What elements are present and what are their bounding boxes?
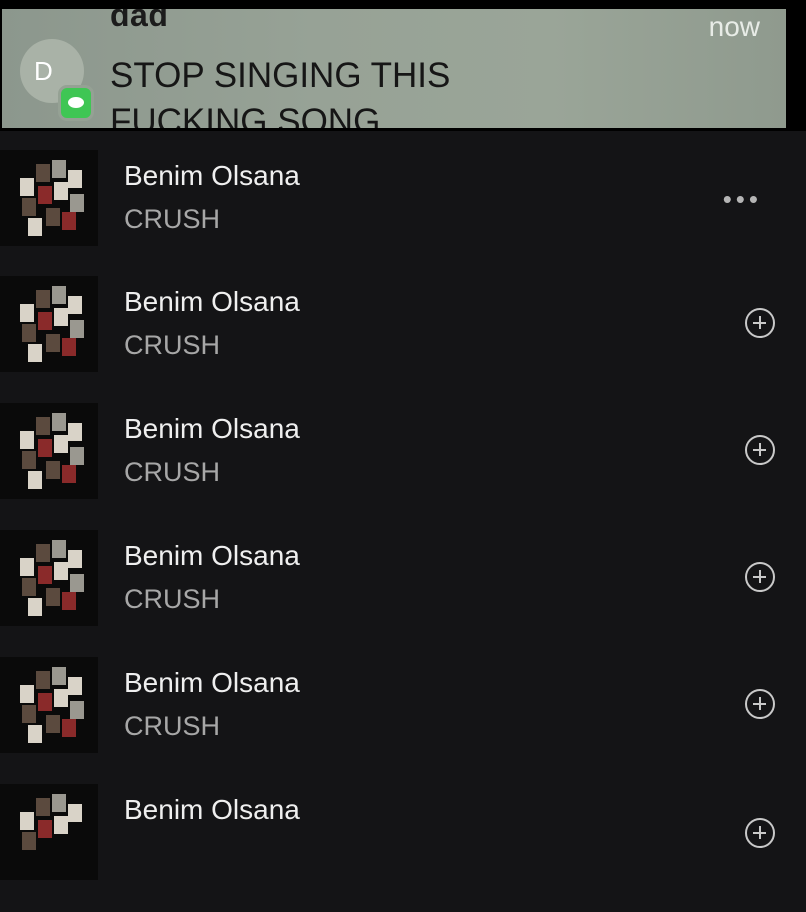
album-art — [0, 276, 98, 372]
banner-edge — [786, 0, 806, 131]
track-artist: CRUSH — [124, 584, 221, 614]
message-bubble-icon — [58, 85, 94, 121]
track-title: Benim Olsana — [124, 160, 300, 191]
message-line-1: STOP SINGING THIS — [110, 56, 451, 95]
avatar-letter: D — [34, 56, 53, 86]
add-circle-icon[interactable] — [745, 308, 775, 338]
track-artist: CRUSH — [124, 457, 221, 487]
more-options-icon[interactable]: ••• — [723, 184, 762, 215]
track-artist: CRUSH — [124, 204, 221, 234]
track-title: Benim Olsana — [124, 794, 300, 825]
track-row[interactable]: Benim Olsana CRUSH — [0, 657, 806, 785]
track-row[interactable]: Benim Olsana CRUSH — [0, 276, 806, 404]
message-notification-banner[interactable]: D dad now STOP SINGING THIS FUCKING SONG — [0, 0, 806, 131]
track-title: Benim Olsana — [124, 413, 300, 444]
add-circle-icon[interactable] — [745, 562, 775, 592]
notification-card[interactable]: D dad now STOP SINGING THIS FUCKING SONG — [2, 9, 786, 128]
album-art — [0, 150, 98, 246]
message-line-2: FUCKING SONG — [110, 102, 381, 128]
track-title: Benim Olsana — [124, 540, 300, 571]
track-title: Benim Olsana — [124, 667, 300, 698]
track-artist: CRUSH — [124, 330, 221, 360]
notification-time: now — [708, 11, 760, 42]
add-circle-icon[interactable] — [745, 689, 775, 719]
track-row[interactable]: Benim Olsana CRUSH — [0, 530, 806, 658]
track-row[interactable]: Benim Olsana CRUSH — [0, 403, 806, 531]
track-artist: CRUSH — [124, 711, 221, 741]
album-art — [0, 403, 98, 499]
track-title: Benim Olsana — [124, 286, 300, 317]
notification-message: STOP SINGING THIS FUCKING SONG — [110, 53, 630, 128]
track-row[interactable]: Benim Olsana CRUSH ••• — [0, 150, 806, 278]
album-art — [0, 784, 98, 880]
album-art — [0, 530, 98, 626]
notification-sender: dad — [110, 9, 169, 33]
album-art — [0, 657, 98, 753]
track-row[interactable]: Benim Olsana — [0, 784, 806, 912]
add-circle-icon[interactable] — [745, 818, 775, 848]
add-circle-icon[interactable] — [745, 435, 775, 465]
